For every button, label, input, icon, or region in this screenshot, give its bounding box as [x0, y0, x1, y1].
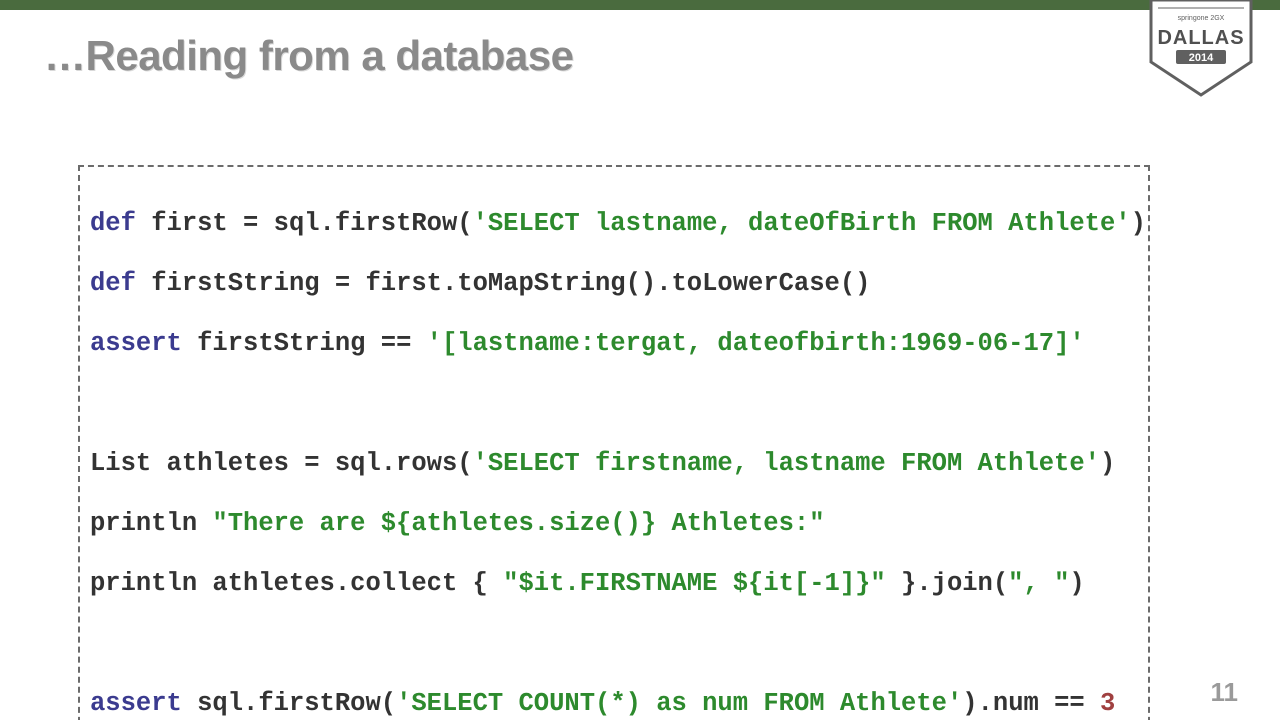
slide-title: …Reading from a database: [44, 32, 573, 80]
code-line-3: assert firstString == '[lastname:tergat,…: [90, 329, 1140, 359]
conference-badge: springone 2GX DALLAS 2014: [1146, 0, 1256, 90]
code-line-6: List athletes = sql.rows('SELECT firstna…: [90, 449, 1140, 479]
code-block: def first = sql.firstRow('SELECT lastnam…: [78, 165, 1150, 720]
code-line-1: def first = sql.firstRow('SELECT lastnam…: [90, 209, 1140, 239]
code-line-11: assert sql.firstRow('SELECT COUNT(*) as …: [90, 689, 1140, 719]
code-line-2: def firstString = first.toMapString().to…: [90, 269, 1140, 299]
page-number: 11: [1211, 677, 1239, 708]
slide-top-bar: [0, 0, 1280, 10]
code-line-7: println "There are ${athletes.size()} At…: [90, 509, 1140, 539]
badge-year: 2014: [1189, 52, 1214, 64]
badge-main-text: DALLAS: [1157, 27, 1244, 49]
badge-top-text: springone 2GX: [1178, 15, 1225, 22]
code-line-8: println athletes.collect { "$it.FIRSTNAM…: [90, 569, 1140, 599]
